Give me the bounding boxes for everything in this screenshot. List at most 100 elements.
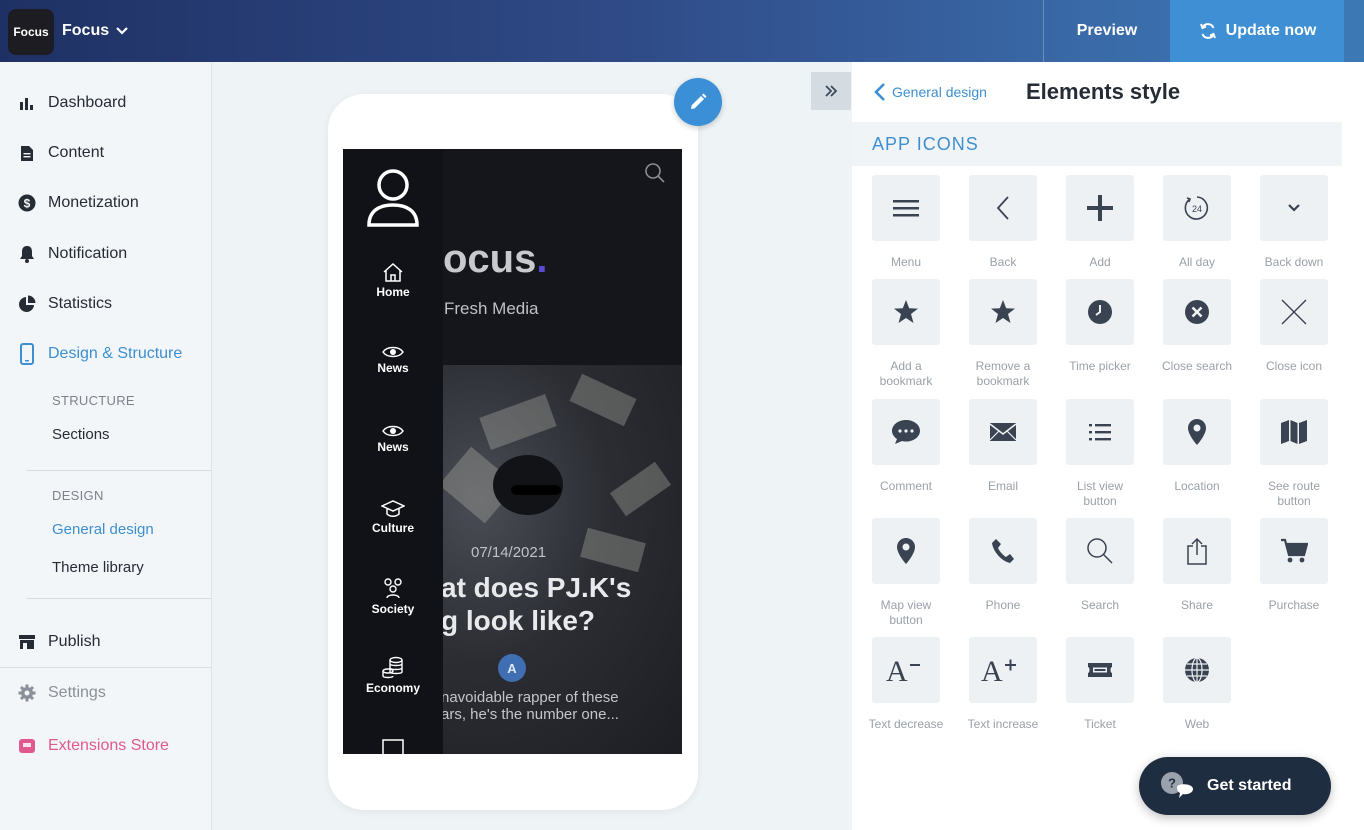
sidebar-item-dashboard[interactable]: Dashboard (18, 94, 126, 112)
app-icon-label: Close icon (1265, 359, 1323, 373)
get-started-button[interactable]: ? Get started (1139, 757, 1331, 815)
store-icon (18, 633, 36, 651)
app-icon-tile[interactable] (1260, 279, 1328, 345)
star-icon (990, 299, 1016, 325)
structure-header: STRUCTURE (52, 393, 135, 408)
app-icon-label: All day (1178, 255, 1216, 269)
app-icon-label: Phone (985, 598, 1021, 612)
app-icon-tile[interactable] (1066, 279, 1134, 345)
app-icon-label: Location (1174, 479, 1220, 493)
app-icon-tile[interactable] (872, 518, 940, 584)
app-icon-label: Add a bookmark (879, 359, 933, 388)
app-icon-tile[interactable] (1260, 175, 1328, 241)
svg-text:A: A (981, 655, 1003, 685)
app-icon-tile[interactable] (872, 399, 940, 465)
app-icon-label: Text decrease (868, 717, 944, 731)
close-circle-icon (1184, 299, 1210, 325)
sidebar-item-notification[interactable]: Notification (18, 245, 127, 263)
share-icon (1186, 537, 1208, 565)
preview-menu-item-news[interactable]: News (343, 424, 443, 454)
back-link-label: General design (892, 84, 987, 100)
preview-button[interactable]: Preview (1043, 0, 1170, 62)
sidebar-item-content[interactable]: Content (18, 144, 104, 162)
article-headline: at does PJ.K's g look like? (441, 572, 632, 636)
app-preview-screen[interactable]: ocus. Fresh Media 07/14/2021 at does PJ.… (343, 149, 682, 754)
search-icon (643, 161, 667, 190)
email-icon (989, 422, 1017, 442)
sidebar-item-label: Design & Structure (48, 345, 183, 362)
sidebar-item-label: Notification (48, 245, 128, 262)
app-icon-tile[interactable] (1260, 518, 1328, 584)
app-icon-tile[interactable]: 24 (1163, 175, 1231, 241)
sidebar-item-settings[interactable]: Settings (18, 684, 106, 702)
sidebar-subitem-theme-library[interactable]: Theme library (52, 559, 144, 576)
app-icon-tile[interactable] (1260, 399, 1328, 465)
update-now-button[interactable]: Update now (1170, 0, 1344, 62)
sidebar-subitem-general-design[interactable]: General design (52, 521, 154, 538)
preview-menu-item-society[interactable]: Society (343, 576, 443, 616)
svg-text:?: ? (1168, 776, 1176, 791)
preview-menu-item-news[interactable]: News (343, 345, 443, 375)
get-started-label: Get started (1207, 777, 1292, 794)
graduation-cap-icon (381, 500, 405, 517)
text-decrease-icon: A (886, 655, 926, 685)
sidebar-item-statistics[interactable]: Statistics (18, 295, 112, 313)
app-icon-label: Web (1184, 717, 1210, 731)
sidebar-item-extensions-store[interactable]: Extensions Store (18, 737, 169, 755)
app-icon-tile[interactable] (969, 518, 1037, 584)
sidebar-item-design-structure[interactable]: Design & Structure (18, 343, 183, 365)
sidebar-divider (26, 470, 212, 471)
eye-icon (382, 425, 404, 437)
app-icon-tile[interactable] (969, 279, 1037, 345)
app-icon-tile[interactable]: A (969, 637, 1037, 703)
sidebar-item-label: Dashboard (48, 94, 127, 111)
text-increase-icon: A (981, 655, 1025, 685)
list-icon (1088, 422, 1112, 442)
app-icon-tile[interactable] (872, 279, 940, 345)
back-to-general-design[interactable]: General design (874, 82, 987, 102)
app-icon-tile[interactable]: A (872, 637, 940, 703)
bar-chart-icon (18, 94, 36, 112)
pencil-icon (691, 93, 707, 109)
location-icon (1187, 418, 1207, 446)
sidebar-item-label: Settings (48, 684, 106, 701)
preview-menu-item-economy[interactable]: Economy (343, 655, 443, 695)
app-icon-label: Back down (1264, 255, 1324, 269)
app-icon-label: Menu (890, 255, 922, 269)
app-icon-tile[interactable] (1163, 637, 1231, 703)
collapse-panel-button[interactable] (811, 72, 851, 110)
edit-button[interactable] (674, 78, 722, 126)
app-icon-tile[interactable] (1163, 399, 1231, 465)
preview-menu-item-more[interactable] (343, 737, 443, 754)
app-icon-tile[interactable] (872, 175, 940, 241)
app-icon-tile[interactable] (1066, 175, 1134, 241)
sidebar-item-monetization[interactable]: $ Monetization (18, 194, 139, 212)
app-icon-tile[interactable] (1163, 518, 1231, 584)
app-logo[interactable]: Focus (8, 9, 54, 55)
author-avatar: A (498, 654, 526, 682)
app-switcher[interactable]: Focus (62, 22, 129, 40)
app-icon-label: Ticket (1084, 717, 1116, 731)
app-icon-tile[interactable] (969, 175, 1037, 241)
chevron-left-icon (874, 83, 885, 101)
menu-icon (892, 197, 920, 219)
app-icon-tile[interactable] (1066, 518, 1134, 584)
app-icon-label: Share (1180, 598, 1214, 612)
top-bar: Focus Focus Preview Update now (0, 0, 1364, 62)
article-date: 07/14/2021 (471, 544, 547, 561)
chevron-down-icon (1286, 203, 1302, 213)
sidebar-subitem-sections[interactable]: Sections (52, 426, 110, 443)
preview-menu-item-home[interactable]: Home (343, 261, 443, 299)
preview-menu-item-culture[interactable]: Culture (343, 499, 443, 535)
dollar-icon: $ (18, 194, 36, 212)
section-title: APP ICONS (872, 134, 979, 154)
sidebar-item-publish[interactable]: Publish (18, 633, 100, 651)
sidebar-item-label: Publish (48, 633, 101, 650)
preview-brand: ocus. (443, 237, 548, 281)
app-icon-tile[interactable] (1066, 399, 1134, 465)
app-icon-tile[interactable] (1163, 279, 1231, 345)
app-icon-tile[interactable] (1066, 637, 1134, 703)
app-icon-tile[interactable] (969, 399, 1037, 465)
phone-icon (991, 538, 1015, 564)
clock-icon (1087, 299, 1113, 325)
